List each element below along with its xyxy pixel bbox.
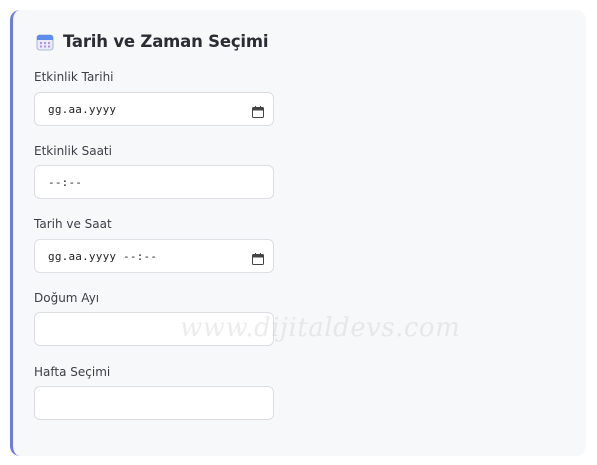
event-time-label: Etkinlik Saati [34,144,112,158]
date-time-input[interactable]: gg.aa.yyyy --:-- [34,239,274,273]
event-date-input[interactable]: gg.aa.yyyy [34,92,274,126]
calendar-picker-icon[interactable] [252,103,264,118]
birth-month-label: Doğum Ayı [34,291,100,305]
event-time-value: --:-- [48,175,83,189]
section-header: Tarih ve Zaman Seçimi [36,32,269,51]
date-time-label: Tarih ve Saat [34,217,112,231]
calendar-picker-icon[interactable] [252,250,264,265]
birth-month-input[interactable] [34,312,274,346]
date-time-value: gg.aa.yyyy --:-- [48,249,158,263]
week-select-label: Hafta Seçimi [34,365,111,379]
event-date-value: gg.aa.yyyy [48,102,117,116]
week-select-input[interactable] [34,386,274,420]
calendar-icon [36,33,54,51]
event-time-input[interactable]: --:-- [34,165,274,199]
section-title: Tarih ve Zaman Seçimi [63,32,269,51]
form-card: Tarih ve Zaman Seçimi Etkinlik Tarihi gg… [10,10,586,456]
event-date-label: Etkinlik Tarihi [34,70,114,84]
